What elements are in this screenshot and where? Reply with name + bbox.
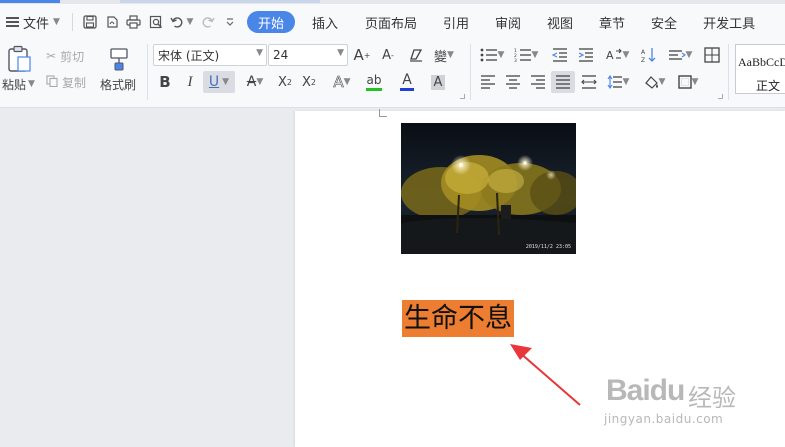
annotation-arrow — [510, 344, 581, 406]
bold-icon[interactable]: B — [156, 72, 174, 92]
redo-icon[interactable] — [197, 11, 219, 33]
highlight-color-bar — [366, 87, 382, 91]
window-tab-indicator — [120, 0, 320, 3]
print-icon[interactable] — [123, 11, 145, 33]
active-window-indicator — [0, 0, 60, 3]
print-preview-icon[interactable] — [145, 11, 167, 33]
group-divider — [470, 44, 471, 100]
borders-icon[interactable]: ▼ — [674, 72, 702, 92]
customize-toolbar-icon[interactable] — [219, 11, 241, 33]
increase-indent-icon[interactable] — [576, 46, 596, 64]
phonetic-guide-icon[interactable]: 變 ▼ — [432, 46, 456, 65]
file-menu-button[interactable]: 文件 ▼ — [0, 10, 66, 34]
subscript-icon[interactable]: X2 — [299, 72, 319, 92]
text-effects-icon[interactable]: A ▼ — [328, 72, 356, 92]
watermark-url: jingyan.baidu.com — [604, 412, 724, 426]
night-tree-photo — [401, 123, 576, 254]
shading-icon[interactable]: ▼ — [640, 72, 668, 92]
strikethrough-icon[interactable]: A ▼ — [240, 72, 270, 92]
paste-button[interactable]: 粘贴 ▼ — [2, 76, 35, 92]
paste-icon[interactable] — [4, 44, 34, 74]
grow-font-icon[interactable]: A + — [352, 46, 372, 64]
tab-references[interactable]: 引用 — [431, 11, 481, 33]
format-painter-icon[interactable] — [106, 46, 134, 72]
undo-icon[interactable]: ▼ — [167, 11, 197, 33]
tab-developer-tools[interactable]: 开发工具 — [691, 11, 767, 33]
superscript-icon[interactable]: X2 — [275, 72, 295, 92]
tab-page-layout[interactable]: 页面布局 — [353, 11, 429, 33]
numbering-icon[interactable]: 1 2 3 ▼ — [512, 46, 540, 64]
home-ribbon: 粘贴 ▼ ✂ 剪切 复制 格式刷 宋体 (正文) ▼ 24 ▼ A + A- 變 ▼… — [0, 40, 785, 108]
tab-view[interactable]: 视图 — [535, 11, 585, 33]
group-divider — [728, 44, 729, 100]
style-normal-label: 正文 — [756, 79, 781, 93]
watermark-product: 经验 — [688, 384, 736, 412]
align-center-icon[interactable] — [503, 72, 523, 92]
font-size-value: 24 — [273, 48, 289, 62]
cut-label: 剪切 — [60, 49, 85, 64]
paste-label: 粘贴 — [2, 77, 27, 92]
font-name-value: 宋体 (正文) — [158, 48, 220, 63]
scissors-icon: ✂ — [46, 49, 57, 63]
svg-text:A: A — [606, 49, 614, 62]
bullets-icon[interactable]: ▼ — [478, 46, 506, 64]
baidu-jingyan-watermark: Baidu 经验 jingyan.baidu.com — [600, 372, 785, 447]
file-menu-label: 文件 — [23, 16, 50, 32]
show-hide-marks-icon[interactable]: ▼ — [666, 46, 694, 64]
svg-text:3: 3 — [514, 58, 517, 62]
export-pdf-icon[interactable] — [101, 11, 123, 33]
italic-icon[interactable]: I — [181, 72, 199, 92]
paragraph-dialog-launcher[interactable] — [718, 94, 723, 99]
distributed-align-icon[interactable] — [579, 72, 599, 92]
sort-icon[interactable]: AZ — [638, 46, 658, 64]
align-left-icon[interactable] — [478, 72, 498, 92]
tab-home[interactable]: 开始 — [246, 11, 295, 33]
font-color-icon: A — [402, 72, 412, 88]
copy-icon — [46, 74, 58, 90]
decrease-indent-icon[interactable] — [550, 46, 570, 64]
font-color-button[interactable]: A — [393, 71, 421, 93]
text-direction-icon[interactable]: A ▼ — [602, 46, 632, 64]
font-size-select[interactable]: 24 ▼ — [268, 44, 348, 66]
chevron-down-icon: ▼ — [337, 48, 344, 58]
font-name-select[interactable]: 宋体 (正文) ▼ — [153, 44, 267, 66]
watermark-brand: Baidu — [606, 374, 685, 407]
inserted-photo[interactable]: 2019/11/2 23:05 — [401, 123, 576, 254]
highlighter-icon: ab — [366, 72, 382, 87]
tab-review[interactable]: 审阅 — [483, 11, 533, 33]
copy-label: 复制 — [62, 75, 87, 90]
save-icon[interactable] — [79, 11, 101, 33]
underline-icon: U — [208, 74, 220, 90]
photo-timestamp: 2019/11/2 23:05 — [525, 244, 571, 250]
group-divider — [147, 44, 148, 100]
chevron-down-icon: ▼ — [53, 17, 60, 27]
highlight-color-button[interactable]: ab — [360, 71, 388, 93]
line-spacing-icon[interactable]: ▼ — [604, 72, 632, 92]
font-dialog-launcher[interactable] — [460, 94, 465, 99]
format-painter-label[interactable]: 格式刷 — [100, 76, 136, 92]
character-shading-icon[interactable]: A — [428, 72, 448, 92]
table-borders-icon[interactable] — [702, 46, 722, 64]
font-color-bar — [400, 88, 414, 91]
svg-text:Z: Z — [641, 57, 645, 63]
tab-insert[interactable]: 插入 — [300, 11, 350, 33]
tab-sections[interactable]: 章节 — [587, 11, 637, 33]
chevron-down-icon: ▼ — [256, 48, 263, 58]
shrink-font-icon[interactable]: A- — [378, 46, 398, 64]
justify-icon[interactable] — [551, 71, 575, 93]
clear-formatting-icon[interactable] — [406, 46, 426, 64]
highlighted-text[interactable]: 生命不息 — [402, 300, 514, 337]
hamburger-icon — [6, 17, 19, 27]
underline-button[interactable]: U ▼ — [203, 71, 235, 93]
align-right-icon[interactable] — [528, 72, 548, 92]
tab-security[interactable]: 安全 — [639, 11, 689, 33]
cut-button[interactable]: ✂ 剪切 — [46, 48, 84, 64]
style-preview-text: AaBbCcD — [738, 55, 785, 69]
style-normal-button[interactable]: AaBbCcD 正文 — [735, 44, 785, 94]
divider — [71, 13, 73, 31]
margin-crop-mark — [379, 109, 387, 117]
copy-button[interactable]: 复制 — [46, 74, 86, 90]
svg-text:A: A — [641, 49, 646, 56]
ribbon-tab-bar: 文件 ▼ ▼ 开始 插入 页面布局 引用 审阅 视图 章节 安全 开发工具 — [0, 4, 785, 40]
